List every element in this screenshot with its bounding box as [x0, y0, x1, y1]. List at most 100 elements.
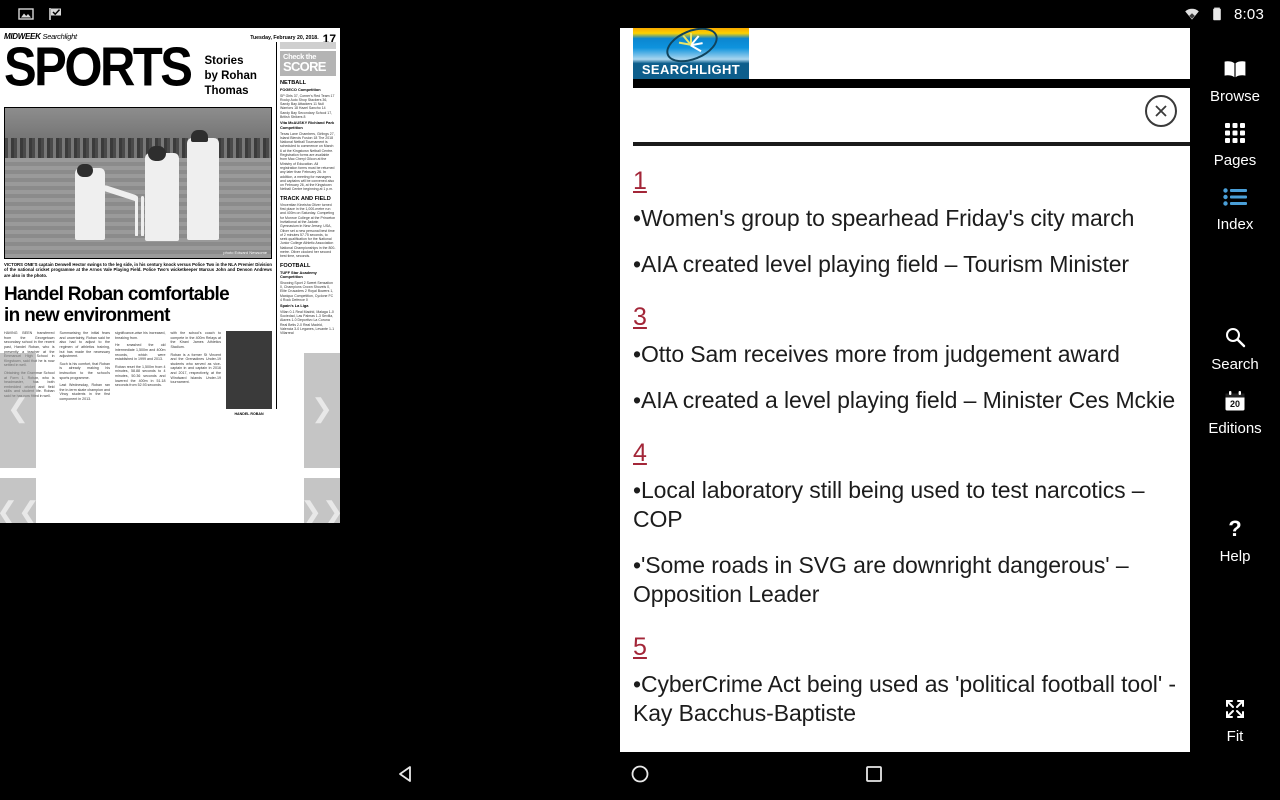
photo-caption: VICTORS ONE'S captain Denwell Hector swi…: [4, 262, 272, 278]
article-portrait: HANDEL ROBAN: [226, 331, 272, 409]
rail-section-text: Vincentian Kineisha Oliver turned first …: [280, 203, 336, 259]
status-bar-system: 8:03: [1184, 6, 1272, 23]
image-icon: [18, 6, 34, 22]
toolbar-item-index[interactable]: Index: [1190, 184, 1280, 233]
android-status-bar: 8:03: [0, 0, 1280, 28]
toolbar-item-pages[interactable]: Pages: [1190, 120, 1280, 169]
calendar-icon: 20: [1224, 388, 1246, 414]
rail-section-text: Showing Sport 2 Sweet Sensation 0, Champ…: [280, 281, 336, 302]
rail-section-text: Villan 0-1 Real Madrid, Malaga 1-0 Socie…: [280, 310, 336, 336]
newspaper-page: MIDWEEK Searchlight Tuesday, February 20…: [0, 28, 340, 523]
index-headline-link[interactable]: •AIA created a level playing field – Min…: [633, 386, 1177, 415]
article-paragraph: with the school's coach to compete in th…: [171, 331, 222, 349]
previous-page-button[interactable]: ❮: [0, 353, 36, 468]
article-paragraph: Summarising the initial fears and uncert…: [60, 331, 111, 359]
newspaper-main-column: SPORTS Storiesby RohanThomas: [4, 42, 272, 409]
index-header: SEARCHLIGHT: [620, 28, 1190, 86]
book-open-icon: [1222, 56, 1248, 82]
index-headline-link[interactable]: •Women's group to spearhead Friday's cit…: [633, 204, 1177, 233]
sports-photo: photo Edward Newsome: [4, 107, 272, 259]
toolbar-label: Help: [1220, 548, 1251, 565]
next-section-button[interactable]: ❯❯: [304, 478, 340, 523]
double-chevron-left-icon: ❮❮: [0, 496, 40, 524]
index-divider: [633, 142, 1190, 146]
article-columns: HAVING BEEN transferred from the Georget…: [4, 331, 272, 409]
byline: Storiesby RohanThomas: [204, 54, 256, 99]
index-page-link[interactable]: 1: [633, 168, 647, 194]
index-page-link[interactable]: 5: [633, 634, 647, 660]
question-icon: ?: [1225, 516, 1245, 542]
rail-section-sub: FOGECO Competition: [280, 88, 336, 93]
index-page-link[interactable]: 4: [633, 440, 647, 466]
toolbar-item-help[interactable]: ? Help: [1190, 516, 1280, 565]
index-headline-link[interactable]: •Otto Sam receives more from judgement a…: [633, 340, 1177, 369]
toolbar-item-editions[interactable]: 20 Editions: [1190, 388, 1280, 437]
previous-section-button[interactable]: ❮❮: [0, 478, 36, 523]
index-group: 3 •Otto Sam receives more from judgement…: [633, 296, 1177, 415]
page-viewer[interactable]: MIDWEEK Searchlight Tuesday, February 20…: [0, 28, 340, 523]
toolbar-label: Editions: [1208, 420, 1261, 437]
index-toolbar: [620, 86, 1190, 148]
toolbar-item-fit[interactable]: Fit: [1190, 696, 1280, 745]
section-title-row: SPORTS Storiesby RohanThomas: [4, 42, 272, 99]
index-group: 4 •Local laboratory still being used to …: [633, 432, 1177, 609]
workspace: MIDWEEK Searchlight Tuesday, February 20…: [0, 28, 1280, 752]
toolbar-label: Search: [1211, 356, 1259, 373]
toolbar-label: Fit: [1227, 728, 1244, 745]
index-headline-link[interactable]: •CyberCrime Act being used as 'political…: [633, 670, 1177, 728]
portrait-name: HANDEL ROBAN: [226, 412, 272, 416]
score-label: SCORE: [283, 61, 333, 73]
index-headline-link[interactable]: •Local laboratory still being used to te…: [633, 476, 1177, 534]
close-index-button[interactable]: [1145, 95, 1177, 127]
index-group: 5 •CyberCrime Act being used as 'politic…: [633, 626, 1177, 728]
check-the-score-box: Check the SCORE: [280, 51, 336, 76]
article-paragraph: Last Wednesday, Roban ran the in-term sk…: [60, 383, 111, 401]
article-column: Summarising the initial fears and uncert…: [60, 331, 111, 409]
article-paragraph: Roban is a former St Vincent and the Gre…: [171, 353, 222, 385]
calendar-day-number: 20: [1230, 399, 1240, 409]
toolbar-item-browse[interactable]: Browse: [1190, 56, 1280, 105]
article-paragraph: He smashed the old intermediate 1,500m a…: [115, 343, 166, 361]
back-button[interactable]: [394, 762, 418, 791]
index-group: 1 •Women's group to spearhead Friday's c…: [633, 160, 1177, 279]
circle-home-icon: [628, 762, 652, 786]
next-page-button[interactable]: ❯: [304, 353, 340, 468]
article-paragraph: significance-wise his increased, breakin…: [115, 331, 166, 340]
toolbar-item-search[interactable]: Search: [1190, 324, 1280, 373]
svg-text:?: ?: [1228, 517, 1241, 541]
rail-section-title: FOOTBALL: [280, 263, 336, 269]
home-button[interactable]: [628, 762, 652, 791]
magnifier-icon: [1224, 324, 1246, 350]
square-recents-icon: [862, 762, 886, 786]
rail-section-text: Texas Lane Chambers, Girlings 27, Island…: [280, 132, 336, 192]
index-page-link[interactable]: 3: [633, 304, 647, 330]
article-paragraph: Roban reset the 1,500m from 4 minutes, 5…: [115, 365, 166, 388]
close-icon: [1152, 102, 1170, 120]
index-headline-link[interactable]: •AIA created level playing field – Touri…: [633, 250, 1177, 279]
rail-section-title: NETBALL: [280, 80, 336, 86]
recents-button[interactable]: [862, 762, 886, 791]
rail-section-title: Spain's La Liga: [280, 304, 336, 309]
status-bar-clock: 8:03: [1234, 6, 1264, 23]
chevron-right-icon: ❯: [311, 393, 333, 424]
rail-section-sub: TUFF Star Academy Competition: [280, 271, 336, 280]
double-chevron-right-icon: ❯❯: [300, 496, 340, 524]
index-entries-list: 1 •Women's group to spearhead Friday's c…: [620, 148, 1190, 728]
toolbar-label: Pages: [1214, 152, 1257, 169]
android-nav-bar: [0, 752, 1280, 800]
expand-arrows-icon: [1223, 696, 1247, 722]
photo-credit: photo Edward Newsome: [223, 250, 267, 255]
index-panel: SEARCHLIGHT 1 •Women's group to spearhea…: [620, 28, 1190, 752]
status-bar-notifications: [8, 6, 64, 22]
rail-section-title: Vita McAUSKY Richland Park Competition: [280, 121, 336, 130]
battery-icon: [1209, 6, 1225, 22]
index-headline-link[interactable]: •'Some roads in SVG are downright danger…: [633, 551, 1177, 609]
article-column: significance-wise his increased, breakin…: [115, 331, 166, 409]
flag-check-icon: [48, 6, 64, 22]
list-icon: [1223, 184, 1247, 210]
newspaper-body: SPORTS Storiesby RohanThomas: [4, 42, 336, 409]
article-paragraph: Such is his comfort, that Roban is alrea…: [60, 362, 111, 380]
grid-icon: [1224, 120, 1246, 146]
right-toolbar: Browse Pages: [1190, 28, 1280, 752]
toolbar-label: Browse: [1210, 88, 1260, 105]
